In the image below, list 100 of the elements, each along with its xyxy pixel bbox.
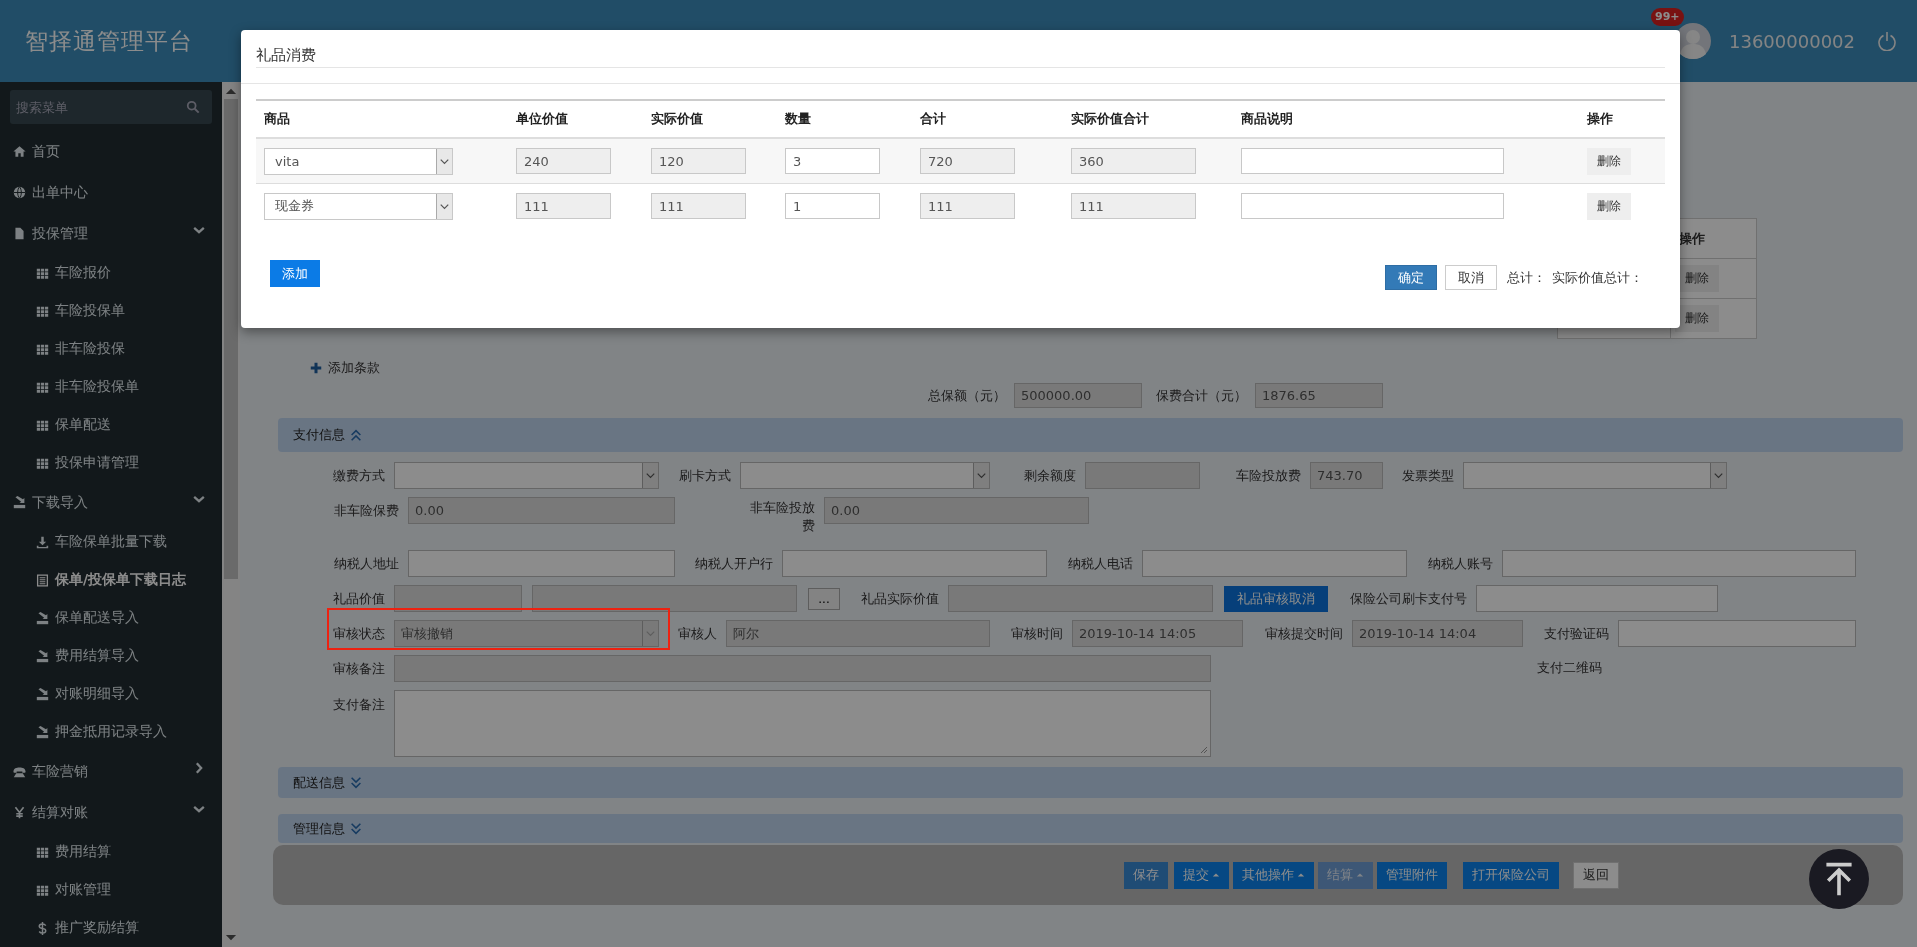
text-field[interactable]: [782, 550, 1047, 577]
text-field[interactable]: 1876.65: [1255, 383, 1383, 408]
submenu-item[interactable]: 车险报价: [0, 254, 222, 292]
submenu-item[interactable]: 押金抵用记录导入: [0, 713, 222, 751]
toolbar-button[interactable]: 提交: [1174, 861, 1229, 889]
field-label: 审核状态: [333, 624, 386, 643]
cancel-button[interactable]: 取消: [1445, 265, 1497, 290]
text-field[interactable]: 111: [516, 193, 611, 219]
select-field[interactable]: vita: [264, 147, 453, 175]
tray-arrow-icon: [36, 611, 49, 625]
select-field[interactable]: 现金券: [264, 192, 453, 220]
menu-item[interactable]: 出单中心: [0, 172, 222, 213]
select-field[interactable]: [740, 462, 990, 489]
submenu-item[interactable]: 投保申请管理: [0, 444, 222, 482]
action-button[interactable]: 礼品审核取消: [1224, 585, 1328, 612]
toolbar-button[interactable]: 保存: [1124, 861, 1168, 889]
submenu-item[interactable]: 保单配送导入: [0, 599, 222, 637]
delete-button[interactable]: 删除: [1587, 192, 1631, 220]
tray-arrow-icon: [13, 496, 26, 509]
text-field[interactable]: 111: [920, 193, 1015, 219]
grid-icon: [36, 418, 49, 432]
text-field[interactable]: [1142, 550, 1407, 577]
add-clause-link[interactable]: 添加条款: [310, 359, 380, 377]
field-label: 纳税人开户行: [695, 554, 774, 573]
submenu-item[interactable]: 非车险投保单: [0, 368, 222, 406]
add-button[interactable]: 添加: [270, 260, 320, 287]
field-label: 礼品实际价值: [861, 589, 940, 608]
text-field[interactable]: [1502, 550, 1856, 577]
resize-grip-icon: [1198, 744, 1208, 754]
menu-item[interactable]: 首页: [0, 131, 222, 172]
text-field[interactable]: 111: [651, 193, 746, 219]
text-field[interactable]: 3: [785, 148, 880, 174]
select-field[interactable]: [394, 462, 659, 489]
section-header[interactable]: 支付信息: [278, 418, 1903, 452]
submenu-item[interactable]: 费用结算: [0, 833, 222, 871]
notification-badge[interactable]: 99+: [1651, 8, 1684, 26]
field-label: 支付验证码: [1544, 624, 1610, 643]
text-field[interactable]: 120: [651, 148, 746, 174]
field-label: 车险投放费: [1236, 466, 1302, 485]
menu-item[interactable]: 下载导入: [0, 482, 222, 523]
submenu-item[interactable]: 对账明细导入: [0, 675, 222, 713]
chevron-down-icon: [436, 148, 452, 174]
field-label: 支付二维码: [1537, 659, 1602, 677]
submenu-item[interactable]: 费用结算导入: [0, 637, 222, 675]
text-field[interactable]: [1241, 148, 1504, 174]
submenu-item[interactable]: 保单配送: [0, 406, 222, 444]
text-field[interactable]: 360: [1071, 148, 1196, 174]
menu-item[interactable]: 结算对账: [0, 792, 222, 833]
toolbar-button[interactable]: 管理附件: [1377, 861, 1447, 889]
text-field[interactable]: [408, 550, 675, 577]
text-field[interactable]: 720: [920, 148, 1015, 174]
field-label: 审核人: [678, 624, 718, 643]
field-label: 审核时间: [1011, 624, 1064, 643]
text-field[interactable]: [1618, 620, 1856, 647]
tray-arrow-icon: [36, 687, 49, 701]
submenu-item[interactable]: 非车险投保: [0, 330, 222, 368]
text-field[interactable]: 240: [516, 148, 611, 174]
delete-button[interactable]: 删除: [1587, 147, 1631, 175]
user-name[interactable]: 13600000002: [1729, 30, 1855, 52]
field-label: 非车险投放费: [749, 499, 816, 535]
text-field[interactable]: 1: [785, 193, 880, 219]
chevron-down-icon: [1710, 463, 1726, 488]
field-label: 支付备注: [333, 696, 386, 714]
text-area[interactable]: [394, 690, 1211, 757]
submenu-item[interactable]: 保单/投保单下载日志: [0, 561, 222, 599]
confirm-button[interactable]: 确定: [1385, 265, 1437, 290]
submenu-item[interactable]: 对账管理: [0, 871, 222, 909]
field-label: 刷卡方式: [679, 466, 732, 485]
app-title: 智择通管理平台: [25, 26, 193, 56]
power-icon[interactable]: [1877, 31, 1897, 51]
submenu-item[interactable]: 车险投保单: [0, 292, 222, 330]
toolbar-button[interactable]: 其他操作: [1233, 861, 1314, 889]
menu-item[interactable]: 车险营销: [0, 751, 222, 792]
field-label: 纳税人账号: [1428, 554, 1494, 573]
field-label: 缴费方式: [333, 466, 386, 485]
field-label: 审核备注: [333, 659, 386, 678]
field-label: 剩余额度: [1024, 466, 1077, 485]
text-field[interactable]: 111: [1071, 193, 1196, 219]
toolbar-button[interactable]: 返回: [1573, 861, 1619, 889]
text-field[interactable]: [1476, 585, 1718, 612]
picker-button[interactable]: ...: [808, 587, 840, 610]
menu-item[interactable]: 投保管理: [0, 213, 222, 254]
section-header[interactable]: 管理信息: [278, 814, 1903, 843]
text-field[interactable]: [1241, 193, 1504, 219]
scroll-thumb[interactable]: [224, 99, 238, 579]
search-field[interactable]: 搜索菜单: [10, 90, 212, 124]
text-field[interactable]: 500000.00: [1014, 383, 1142, 408]
section-header[interactable]: 配送信息: [278, 767, 1903, 798]
field-label: 保费合计（元）: [1156, 386, 1247, 405]
submenu-item[interactable]: 车险保单批量下载: [0, 523, 222, 561]
toolbar-button[interactable]: 打开保险公司: [1463, 861, 1559, 889]
field-label: 纳税人地址: [334, 554, 400, 573]
globe-icon: [13, 186, 26, 199]
chevron-down-icon: [642, 463, 658, 488]
submenu-item[interactable]: 推广奖励结算: [0, 909, 222, 947]
grid-icon: [36, 342, 49, 356]
select-field[interactable]: [1463, 462, 1727, 489]
grid-icon: [36, 380, 49, 394]
chevron-down-icon: [973, 463, 989, 488]
field-label: 纳税人电话: [1068, 554, 1134, 573]
